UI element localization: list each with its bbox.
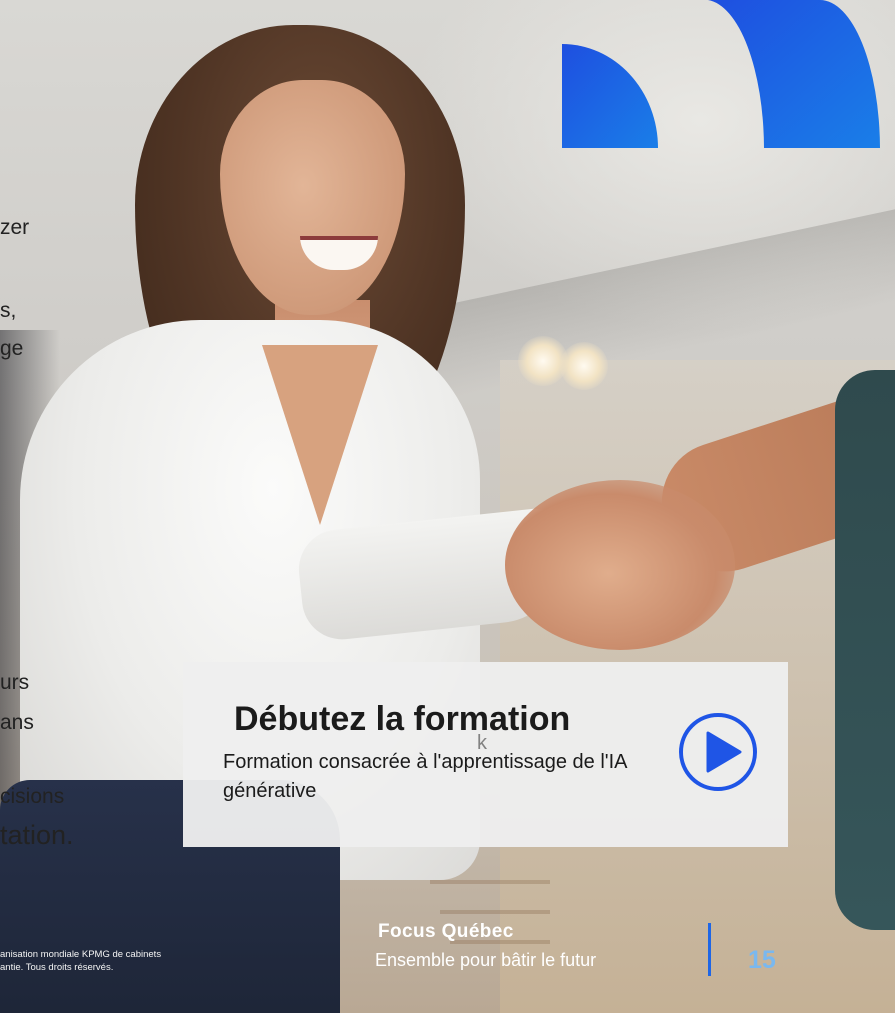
- legal-line: anisation mondiale KPMG de cabinets: [0, 949, 162, 960]
- man-shirt: [835, 370, 895, 930]
- body-text-fragment: urs: [0, 671, 30, 694]
- blouse-neckline: [262, 345, 378, 525]
- page-number: 15: [748, 946, 776, 974]
- stair-rail: [440, 910, 550, 914]
- play-circle-icon[interactable]: [678, 712, 758, 792]
- body-text-fragment: cisions: [0, 785, 65, 808]
- cta-subtitle: Formation consacrée à l'apprentissage de…: [223, 751, 627, 802]
- mouse-cursor-icon: k: [477, 732, 487, 754]
- page: zer s, ge urs ans cisions tation. Débute…: [0, 0, 895, 1013]
- cropped-body-text: zer s, ge urs ans cisions tation.: [0, 0, 120, 900]
- body-text-fragment: tation.: [0, 820, 74, 850]
- publication-title: Focus Québec: [378, 921, 514, 942]
- handshake: [505, 480, 735, 650]
- body-text-fragment: s,: [0, 299, 17, 322]
- legal-notice: anisation mondiale KPMG de cabinets anti…: [0, 948, 215, 974]
- body-text-fragment: zer: [0, 216, 30, 239]
- body-text-fragment: ans: [0, 711, 34, 734]
- footer-divider: [708, 923, 711, 976]
- decorative-blue-shapes: [562, 0, 880, 148]
- body-text-fragment: ge: [0, 337, 24, 360]
- publication-subtitle: Ensemble pour bâtir le futur: [375, 950, 597, 970]
- cta-title: Débutez la formation: [234, 700, 571, 738]
- stair-rail: [430, 880, 550, 884]
- quarter-circle-shape: [562, 44, 658, 148]
- legal-line: antie. Tous droits réservés.: [0, 962, 114, 973]
- ceiling-lamp: [560, 342, 608, 390]
- arch-shape: [708, 0, 880, 148]
